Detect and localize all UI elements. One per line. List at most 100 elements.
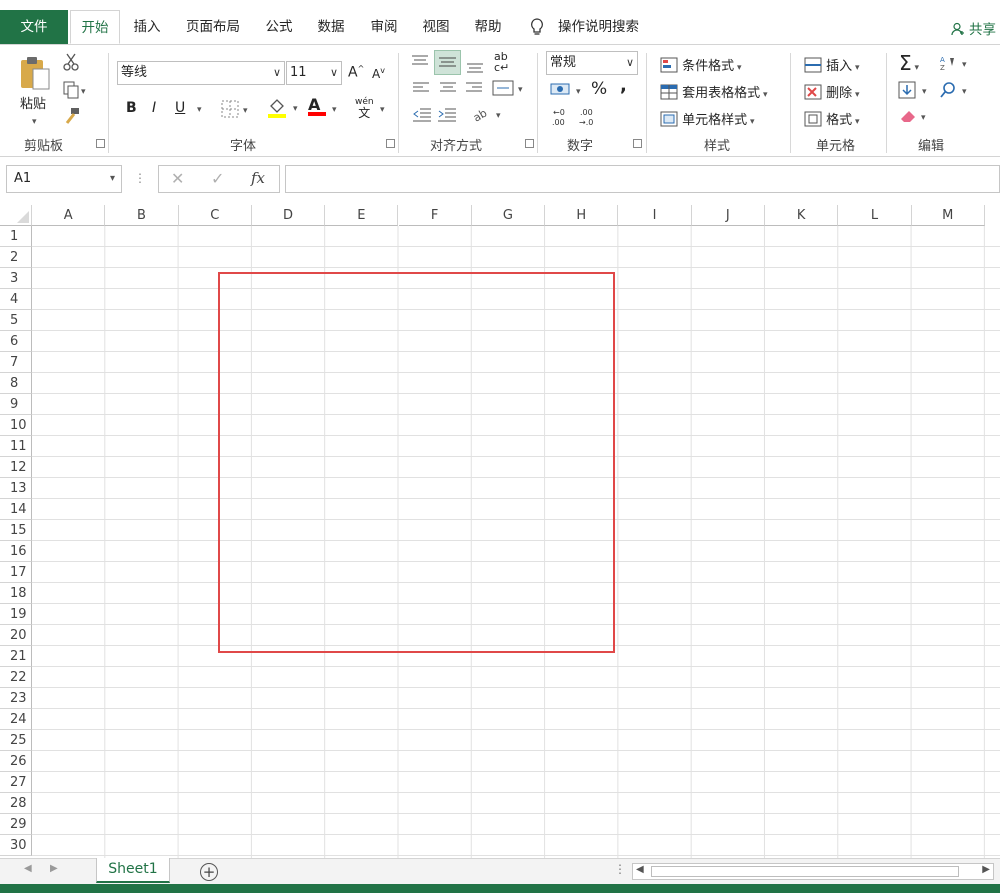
clear-eraser-icon[interactable]: ▾ [899,107,931,129]
format-painter-icon[interactable] [63,107,81,129]
row-header[interactable]: 21 [0,646,32,667]
row-header[interactable]: 18 [0,583,32,604]
row-header[interactable]: 24 [0,709,32,730]
tab-view[interactable]: 视图 [421,10,451,44]
column-header[interactable]: I [618,205,692,226]
add-sheet-button[interactable]: + [200,863,218,881]
horizontal-scrollbar[interactable]: ◀ ▶ [632,863,994,880]
align-top-icon[interactable] [410,53,430,75]
shrink-font-button[interactable]: Av [372,66,385,81]
column-header[interactable]: L [838,205,912,226]
font-color-button[interactable]: A [308,95,326,116]
row-header[interactable]: 28 [0,793,32,814]
phonetic-button[interactable]: wén 文 [355,97,374,119]
column-header[interactable]: A [32,205,106,226]
align-right-icon[interactable] [465,81,483,99]
row-header[interactable]: 14 [0,499,32,520]
fill-down-icon[interactable]: ▾ [898,81,930,103]
underline-dropdown-icon[interactable]: ▾ [197,101,202,116]
cut-icon[interactable] [63,53,79,75]
fill-color-icon[interactable]: ▾ [267,97,301,123]
row-header[interactable]: 8 [0,373,32,394]
number-format-select[interactable]: 常规 ∨ [546,51,638,75]
delete-cells-button[interactable]: 删除 ▾ [804,82,860,101]
share-button[interactable]: 共享 [951,18,996,38]
conditional-formatting-button[interactable]: 条件格式 ▾ [660,55,742,74]
format-as-table-button[interactable]: 套用表格格式 ▾ [660,82,768,101]
accounting-format-icon[interactable]: ▾ [550,81,584,103]
row-header[interactable]: 7 [0,352,32,373]
row-header[interactable]: 12 [0,457,32,478]
scroll-left-icon[interactable]: ◀ [636,864,644,875]
insert-cells-button[interactable]: 插入 ▾ [804,55,860,74]
autosum-button[interactable]: Σ ▾ [899,51,919,75]
tab-formulas[interactable]: 公式 [264,10,294,44]
row-header[interactable]: 2 [0,247,32,268]
row-header[interactable]: 10 [0,415,32,436]
grow-font-button[interactable]: A^ [348,64,364,81]
row-header[interactable]: 13 [0,478,32,499]
row-header[interactable]: 30 [0,835,32,856]
cancel-icon[interactable]: ✕ [171,169,184,188]
row-header[interactable]: 23 [0,688,32,709]
tab-file[interactable]: 文件 [0,10,68,44]
tab-home[interactable]: 开始 [70,10,120,44]
comma-button[interactable]: , [620,75,627,96]
column-header[interactable]: B [105,205,179,226]
row-header[interactable]: 29 [0,814,32,835]
column-header[interactable]: F [398,205,472,226]
alignment-launcher-icon[interactable] [525,139,534,148]
row-header[interactable]: 20 [0,625,32,646]
font-color-dropdown-icon[interactable]: ▾ [332,101,337,116]
tab-insert[interactable]: 插入 [132,10,162,44]
tell-me-search[interactable]: 操作说明搜索 [530,10,650,44]
row-header[interactable]: 22 [0,667,32,688]
column-header[interactable]: M [911,205,985,226]
select-all-button[interactable] [0,205,32,226]
percent-button[interactable]: % [591,79,607,99]
row-header[interactable]: 19 [0,604,32,625]
enter-check-icon[interactable]: ✓ [211,169,224,188]
underline-button[interactable]: U [175,100,185,116]
paste-label[interactable]: 粘贴 [20,93,46,112]
tab-page-layout[interactable]: 页面布局 [184,10,242,44]
formula-input[interactable] [285,165,1000,193]
align-bottom-icon[interactable] [465,57,485,79]
tab-help[interactable]: 帮助 [473,10,503,44]
more-options-icon[interactable]: ⋮ [134,171,146,185]
row-header[interactable]: 11 [0,436,32,457]
clipboard-launcher-icon[interactable] [96,139,105,148]
align-left-icon[interactable] [412,81,430,99]
font-size-select[interactable]: 11 ∨ [286,61,342,85]
decrease-indent-icon[interactable] [412,107,432,127]
column-header[interactable]: K [765,205,839,226]
tab-data[interactable]: 数据 [316,10,346,44]
column-header[interactable]: D [251,205,326,226]
merge-center-icon[interactable]: ▾ [492,79,526,101]
bold-button[interactable]: B [126,100,137,116]
paste-icon[interactable] [18,55,54,91]
row-header[interactable]: 6 [0,331,32,352]
sort-filter-icon[interactable]: A Z ▾ [940,55,970,75]
row-header[interactable]: 1 [0,226,32,247]
scroll-right-sheets-icon[interactable]: ▶ [50,863,58,874]
name-box[interactable]: A1 ▾ [6,165,122,193]
row-header[interactable]: 4 [0,289,32,310]
italic-button[interactable]: I [152,100,156,116]
insert-function-button[interactable]: fx [251,169,265,187]
row-header[interactable]: 26 [0,751,32,772]
copy-icon[interactable]: ▾ [63,81,87,103]
row-header[interactable]: 5 [0,310,32,331]
increase-decimal-icon[interactable]: ←0.00 [551,107,571,131]
orientation-icon[interactable]: ab ▾ [471,105,506,127]
tab-review[interactable]: 审阅 [369,10,399,44]
format-cells-button[interactable]: 格式 ▾ [804,109,860,128]
align-middle-icon[interactable] [434,50,461,75]
column-header[interactable]: G [471,205,546,226]
sheet-tab-sheet1[interactable]: Sheet1 [96,858,170,883]
column-header[interactable]: C [178,205,252,226]
font-name-select[interactable]: 等线 ∨ [117,61,285,85]
row-header[interactable]: 27 [0,772,32,793]
row-header[interactable]: 17 [0,562,32,583]
row-header[interactable]: 15 [0,520,32,541]
